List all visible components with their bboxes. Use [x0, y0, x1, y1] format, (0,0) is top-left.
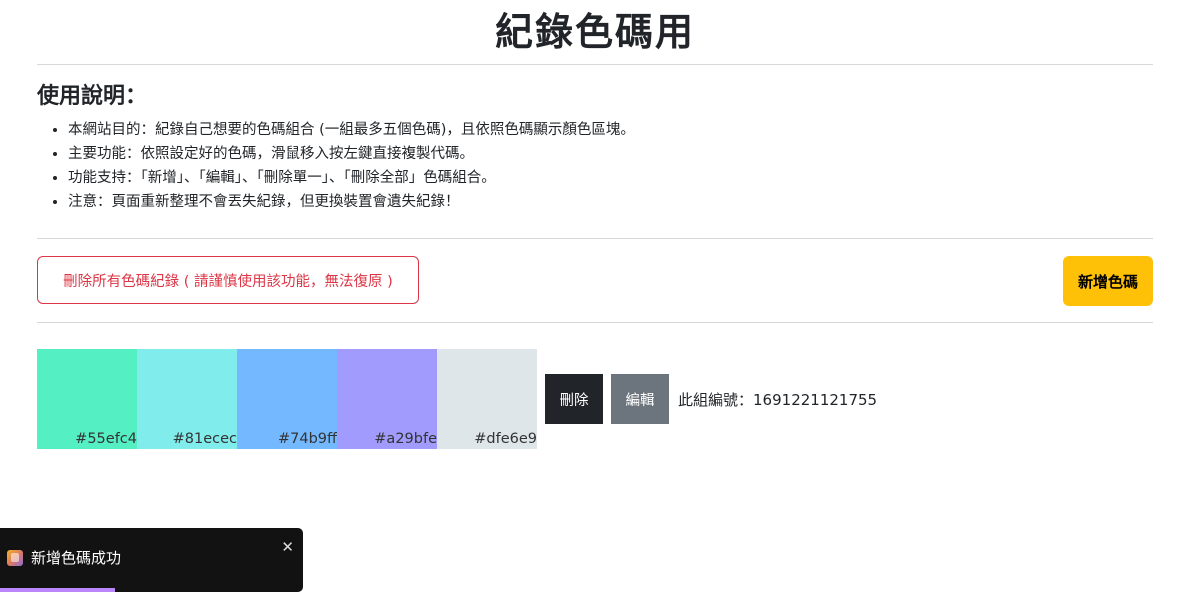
- color-code: #a29bfe: [374, 431, 437, 447]
- divider: [37, 322, 1153, 323]
- color-swatch[interactable]: #a29bfe: [337, 349, 437, 449]
- add-color-button[interactable]: 新增色碼: [1063, 256, 1153, 306]
- page-title: 紀錄色碼用: [494, 10, 695, 54]
- usage-item: 本網站目的：紀錄自己想要的色碼組合 (一組最多五個色碼)，且依照色碼顯示顏色區塊…: [68, 118, 1153, 142]
- main-container: 紀錄色碼用 使用說明： 本網站目的：紀錄自己想要的色碼組合 (一組最多五個色碼)…: [37, 0, 1153, 459]
- delete-group-button[interactable]: 刪除: [545, 374, 603, 424]
- delete-all-button[interactable]: 刪除所有色碼紀錄 ( 請謹慎使用該功能，無法復原 ): [37, 256, 419, 304]
- edit-group-button[interactable]: 編輯: [611, 374, 669, 424]
- swatch-list: #55efc4 #81ecec #74b9ff #a29bfe #dfe6e9: [37, 349, 537, 449]
- usage-item: 注意：頁面重新整理不會丟失紀錄，但更換裝置會遺失紀錄！: [68, 190, 1153, 214]
- group-id: 此組編號：1691221121755: [678, 389, 877, 410]
- action-row: 刪除所有色碼紀錄 ( 請謹慎使用該功能，無法復原 ) 新增色碼: [37, 239, 1153, 322]
- color-code: #dfe6e9: [474, 431, 537, 447]
- color-swatch[interactable]: #55efc4: [37, 349, 137, 449]
- usage-item: 功能支持：「新增」、「編輯」、「刪除單一」、「刪除全部」色碼組合。: [68, 166, 1153, 190]
- toast-progress-bar: [0, 588, 116, 592]
- usage-heading: 使用說明：: [37, 84, 148, 109]
- toast-message: 新增色碼成功: [31, 549, 122, 567]
- color-swatch[interactable]: #dfe6e9: [437, 349, 537, 449]
- group-id-value: 1691221121755: [753, 390, 878, 409]
- usage-item: 主要功能：依照設定好的色碼，滑鼠移入按左鍵直接複製代碼。: [68, 142, 1153, 166]
- color-swatch[interactable]: #74b9ff: [237, 349, 337, 449]
- color-code: #81ecec: [172, 431, 237, 447]
- usage-list: 本網站目的：紀錄自己想要的色碼組合 (一組最多五個色碼)，且依照色碼顯示顏色區塊…: [37, 118, 1153, 214]
- divider: [37, 64, 1153, 65]
- toast-notification: 新增色碼成功 ✕: [0, 528, 303, 592]
- color-code: #55efc4: [75, 431, 137, 447]
- close-icon[interactable]: ✕: [281, 538, 294, 556]
- palette-group: #55efc4 #81ecec #74b9ff #a29bfe #dfe6e9 …: [37, 339, 1153, 459]
- color-code: #74b9ff: [277, 431, 337, 447]
- palette-icon: [7, 550, 23, 566]
- group-id-label: 此組編號：: [678, 390, 754, 409]
- color-swatch[interactable]: #81ecec: [137, 349, 237, 449]
